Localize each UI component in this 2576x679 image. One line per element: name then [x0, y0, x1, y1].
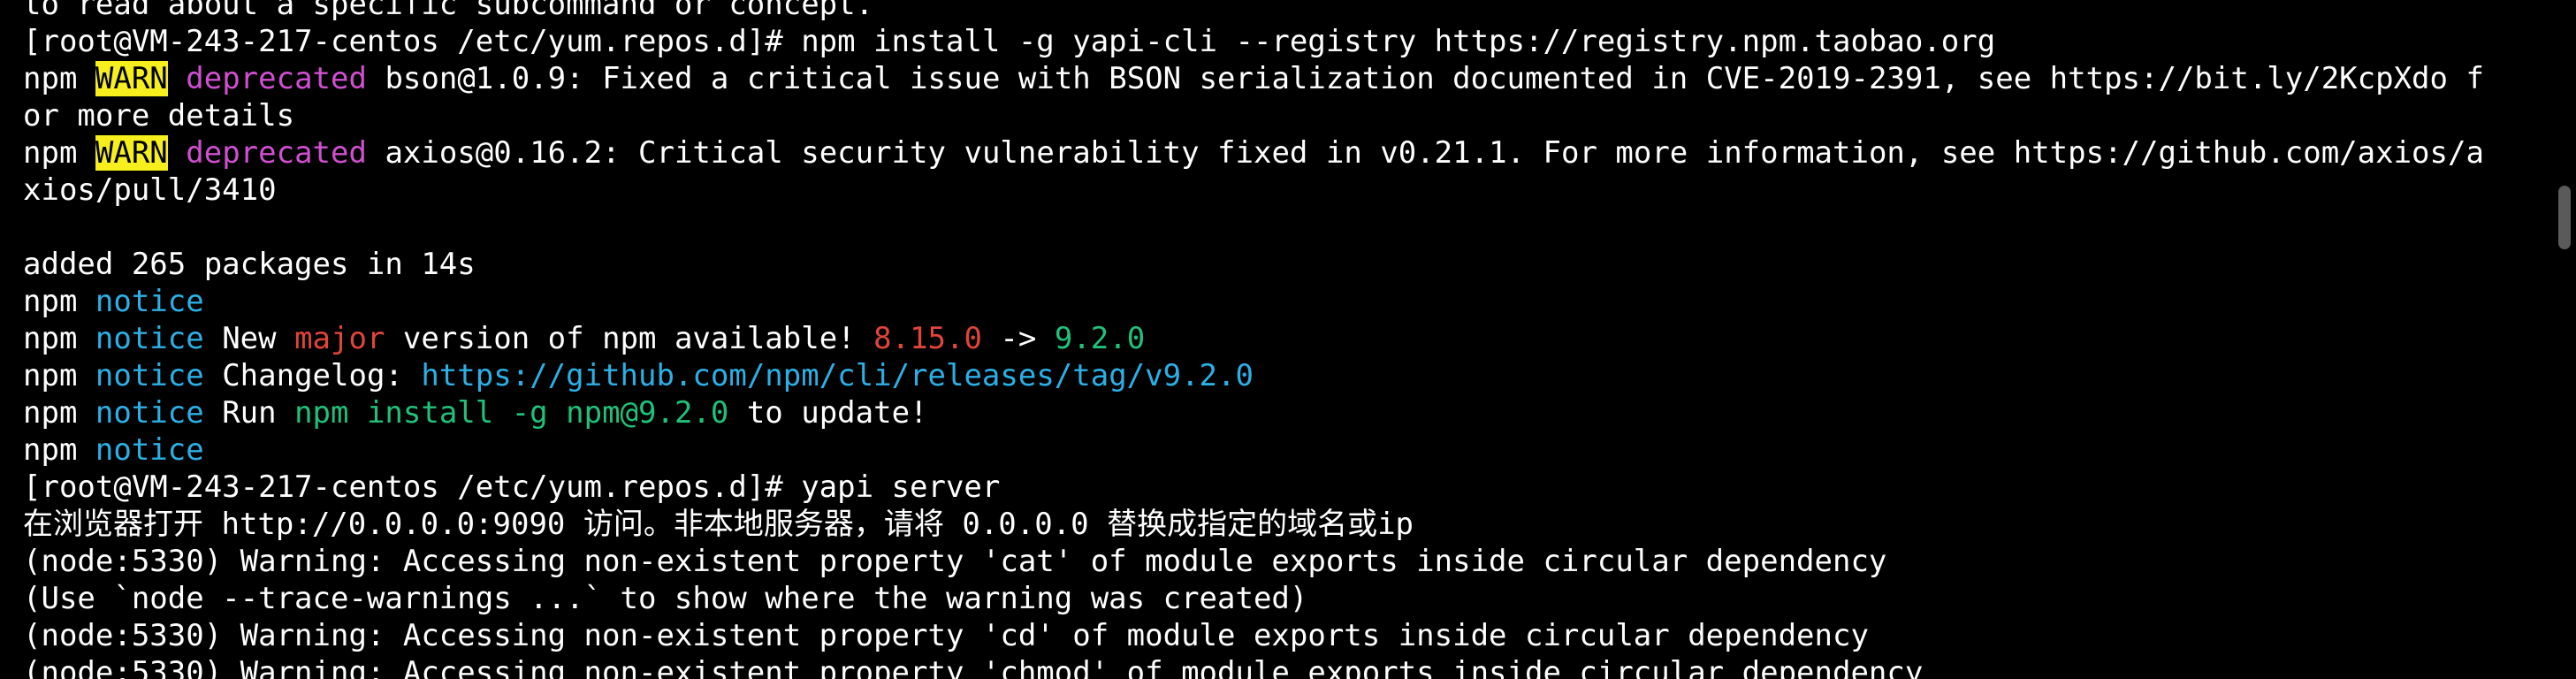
- terminal-text: version of npm available!: [385, 321, 874, 356]
- terminal-text: 9.2.0: [1054, 321, 1146, 356]
- warn-badge: WARN: [95, 135, 168, 171]
- terminal-text: npm: [23, 395, 95, 431]
- terminal-text: npm: [23, 284, 95, 319]
- terminal-line: added 265 packages in 14s: [23, 246, 2542, 283]
- terminal-line: npm WARN deprecated axios@0.16.2: Critic…: [23, 134, 2542, 172]
- terminal-output: to read about a specific subcommand or c…: [23, 0, 2542, 679]
- terminal-line: 在浏览器打开 http://0.0.0.0:9090 访问。非本地服务器，请将 …: [23, 506, 2542, 543]
- terminal-line: (node:5330) Warning: Accessing non-exist…: [23, 654, 2542, 679]
- terminal-text: notice: [95, 284, 204, 319]
- terminal-line: npm notice New major version of npm avai…: [23, 320, 2542, 357]
- terminal-line: to read about a specific subcommand or c…: [23, 0, 2542, 23]
- terminal-text: [root@VM-243-217-centos /etc/yum.repos.d…: [23, 24, 1996, 59]
- terminal-text: bson@1.0.9: Fixed a critical issue with …: [366, 61, 2484, 96]
- warn-badge: WARN: [95, 61, 168, 96]
- terminal-text: (node:5330) Warning: Accessing non-exist…: [23, 544, 1887, 579]
- terminal-text: added 265 packages in 14s: [23, 247, 476, 282]
- terminal-text: ->: [981, 321, 1055, 356]
- terminal-text: New: [203, 321, 295, 356]
- terminal-text: notice: [95, 432, 204, 468]
- terminal-text: axios@0.16.2: Critical security vulnerab…: [366, 135, 2484, 171]
- terminal-text: deprecated: [186, 61, 367, 96]
- terminal-text: deprecated: [186, 135, 367, 171]
- terminal-line: npm WARN deprecated bson@1.0.9: Fixed a …: [23, 60, 2542, 97]
- terminal-text: (node:5330) Warning: Accessing non-exist…: [23, 618, 1869, 653]
- terminal-line: (node:5330) Warning: Accessing non-exist…: [23, 543, 2542, 580]
- terminal-text: npm: [23, 358, 95, 393]
- terminal-text: Changelog:: [203, 358, 422, 393]
- terminal-text: https://github.com/npm/cli/releases/tag/…: [421, 358, 1254, 393]
- terminal-line: (node:5330) Warning: Accessing non-exist…: [23, 617, 2542, 654]
- terminal-line: xios/pull/3410: [23, 172, 2542, 209]
- terminal-line: or more details: [23, 97, 2542, 134]
- terminal-text: to update!: [728, 395, 928, 431]
- terminal-text: or more details: [23, 98, 295, 134]
- terminal-text: npm: [23, 61, 95, 96]
- terminal-line: (Use `node --trace-warnings ...` to show…: [23, 580, 2542, 617]
- terminal-line: npm notice: [23, 283, 2542, 320]
- terminal-line: npm notice Changelog: https://github.com…: [23, 357, 2542, 394]
- terminal-text: 在浏览器打开 http://0.0.0.0:9090 访问。非本地服务器，请将 …: [23, 507, 1414, 542]
- terminal-text: Run: [203, 395, 295, 431]
- terminal-text: 8.15.0: [873, 321, 982, 356]
- terminal-text: npm: [23, 321, 95, 356]
- terminal-text: npm: [23, 432, 95, 468]
- terminal-text: npm: [23, 135, 95, 171]
- terminal-text: to read about a specific subcommand or c…: [23, 0, 874, 22]
- terminal-text: npm install -g npm@9.2.0: [294, 395, 729, 431]
- terminal-line: [root@VM-243-217-centos /etc/yum.repos.d…: [23, 23, 2542, 60]
- terminal-text: (Use `node --trace-warnings ...` to show…: [23, 581, 1308, 616]
- terminal-text: xios/pull/3410: [23, 172, 277, 208]
- terminal-text: [root@VM-243-217-centos /etc/yum.repos.d…: [23, 469, 1001, 505]
- terminal-text: (node:5330) Warning: Accessing non-exist…: [23, 655, 1924, 679]
- terminal-text: major: [294, 321, 385, 356]
- terminal-scrollbar[interactable]: [2558, 186, 2571, 249]
- terminal-line: [root@VM-243-217-centos /etc/yum.repos.d…: [23, 469, 2542, 506]
- terminal-text: notice: [95, 358, 204, 393]
- terminal-text: notice: [95, 395, 204, 431]
- terminal-line: npm notice Run npm install -g npm@9.2.0 …: [23, 394, 2542, 431]
- terminal-line: npm notice: [23, 431, 2542, 469]
- terminal-text: notice: [95, 321, 204, 356]
- terminal-window[interactable]: to read about a specific subcommand or c…: [0, 0, 2576, 679]
